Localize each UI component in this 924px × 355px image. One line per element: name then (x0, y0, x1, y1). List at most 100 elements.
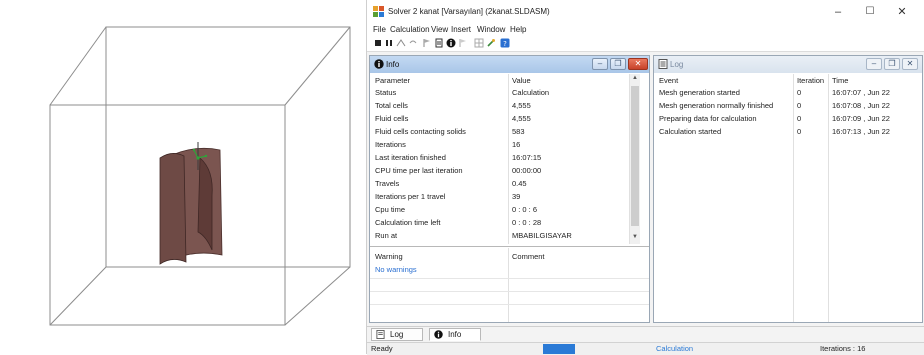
status-ready-text: Ready (371, 344, 393, 353)
column-event[interactable]: Event (659, 76, 678, 85)
info-minimize-button[interactable]: – (592, 58, 608, 70)
log-panel-header[interactable]: Log – ❐ ✕ (654, 56, 922, 73)
param-name: Status (375, 88, 397, 97)
param-name: Run at (375, 231, 398, 240)
param-name: CPU time per last iteration (375, 166, 463, 175)
info-scrollbar[interactable]: ▲ ▼ (629, 74, 640, 244)
param-name: Fluid cells (375, 114, 409, 123)
column-time[interactable]: Time (832, 76, 848, 85)
column-parameter[interactable]: Parameter (375, 76, 410, 85)
param-value: 00:00:00 (512, 166, 542, 175)
info-icon (434, 330, 443, 339)
menu-view[interactable]: View (431, 25, 448, 34)
menu-calculation[interactable]: Calculation (390, 25, 430, 34)
param-value: 0 : 0 : 28 (512, 218, 542, 227)
tab-log-label: Log (390, 330, 404, 339)
maximize-button[interactable]: ☐ (857, 4, 883, 20)
param-name: Last iteration finished (375, 153, 446, 162)
window-title: Solver 2 kanat [Varsayılan] (2kanat.SLDA… (388, 7, 550, 16)
param-name: Calculation time left (375, 218, 441, 227)
info-restore-button[interactable]: ❐ (610, 58, 626, 70)
minimize-button[interactable]: – (825, 4, 851, 20)
column-warning[interactable]: Warning (375, 252, 403, 261)
param-value: 583 (512, 127, 525, 136)
flag-icon[interactable] (458, 38, 468, 48)
stop-icon[interactable] (373, 38, 383, 48)
toolbar: ? (367, 36, 924, 52)
log-event: Preparing data for calculation (659, 114, 757, 123)
help-icon[interactable]: ? (500, 38, 510, 48)
tab-log[interactable]: Log (371, 328, 423, 341)
close-button[interactable]: ✕ (889, 4, 915, 20)
model-viewport[interactable] (0, 0, 366, 354)
front-blade-left (159, 153, 187, 265)
param-value: 16:07:15 (512, 153, 542, 162)
status-iterations-text: Iterations : 16 (820, 344, 866, 353)
info-icon[interactable] (446, 38, 456, 48)
panel-tabs: Log Info (367, 326, 924, 343)
column-iteration[interactable]: Iteration (797, 76, 824, 85)
log-restore-button[interactable]: ❐ (884, 58, 900, 70)
log-time: 16:07:08 , Jun 22 (832, 101, 890, 110)
param-name: Travels (375, 179, 400, 188)
param-value: 4,555 (512, 101, 531, 110)
no-warnings-text: No warnings (375, 265, 417, 274)
scroll-down-icon[interactable]: ▼ (631, 234, 639, 240)
param-name: Cpu time (375, 205, 406, 214)
solver-window: Solver 2 kanat [Varsayılan] (2kanat.SLDA… (366, 0, 924, 355)
log-event: Calculation started (659, 127, 722, 136)
info-panel-header[interactable]: Info – ❐ ✕ (370, 56, 649, 73)
grid-icon[interactable] (474, 38, 484, 48)
insert-goal-icon[interactable] (396, 38, 406, 48)
param-value: Calculation (512, 88, 550, 97)
log-iteration: 0 (797, 101, 802, 110)
menu-help[interactable]: Help (510, 25, 526, 34)
solver-app-icon (373, 6, 384, 17)
log-time: 16:07:07 , Jun 22 (832, 88, 890, 97)
tab-info[interactable]: Info (429, 328, 481, 341)
log-iteration: 0 (797, 127, 802, 136)
log-icon (658, 59, 668, 69)
info-icon (374, 59, 384, 69)
column-comment[interactable]: Comment (512, 252, 545, 261)
document-icon[interactable] (434, 38, 444, 48)
info-panel: Info – ❐ ✕ Parameter Value Status Calcul… (369, 55, 650, 323)
log-panel-title: Log (670, 60, 684, 69)
turbine-blades (159, 142, 223, 265)
log-time: 16:07:09 , Jun 22 (832, 114, 890, 123)
info-panel-title: Info (386, 60, 400, 69)
scroll-up-icon[interactable]: ▲ (631, 75, 639, 81)
model-canvas (49, 26, 351, 326)
param-name: Iterations per 1 travel (375, 192, 446, 201)
undo-icon[interactable] (408, 38, 418, 48)
log-minimize-button[interactable]: – (866, 58, 882, 70)
flag-icon[interactable] (422, 38, 432, 48)
log-time: 16:07:13 , Jun 22 (832, 127, 890, 136)
param-value: 0 : 0 : 6 (512, 205, 538, 214)
menu-bar: File Calculation View Insert Window Help (367, 24, 924, 36)
status-bar: Ready Calculation Iterations : 16 (367, 342, 924, 355)
menu-window[interactable]: Window (477, 25, 505, 34)
tools-icon[interactable] (486, 38, 496, 48)
column-value[interactable]: Value (512, 76, 531, 85)
param-value: 0.45 (512, 179, 527, 188)
domain-box-back-face (105, 26, 351, 268)
tab-info-label: Info (448, 330, 462, 339)
log-iteration: 0 (797, 88, 802, 97)
menu-file[interactable]: File (373, 25, 386, 34)
param-value: 4,555 (512, 114, 531, 123)
log-panel: Log – ❐ ✕ Event Iteration Time Mesh gene… (653, 55, 923, 323)
log-event: Mesh generation started (659, 88, 740, 97)
calculation-progress-bar (543, 344, 575, 354)
title-bar[interactable]: Solver 2 kanat [Varsayılan] (2kanat.SLDA… (367, 0, 924, 24)
pause-icon[interactable] (384, 38, 394, 48)
info-close-button[interactable]: ✕ (628, 58, 648, 70)
param-value: MBABILGISAYAR (512, 231, 572, 240)
scroll-thumb[interactable] (631, 86, 639, 226)
log-iteration: 0 (797, 114, 802, 123)
param-value: 16 (512, 140, 521, 149)
param-name: Total cells (375, 101, 408, 110)
log-close-button[interactable]: ✕ (902, 58, 918, 70)
log-icon (376, 330, 385, 339)
menu-insert[interactable]: Insert (451, 25, 471, 34)
